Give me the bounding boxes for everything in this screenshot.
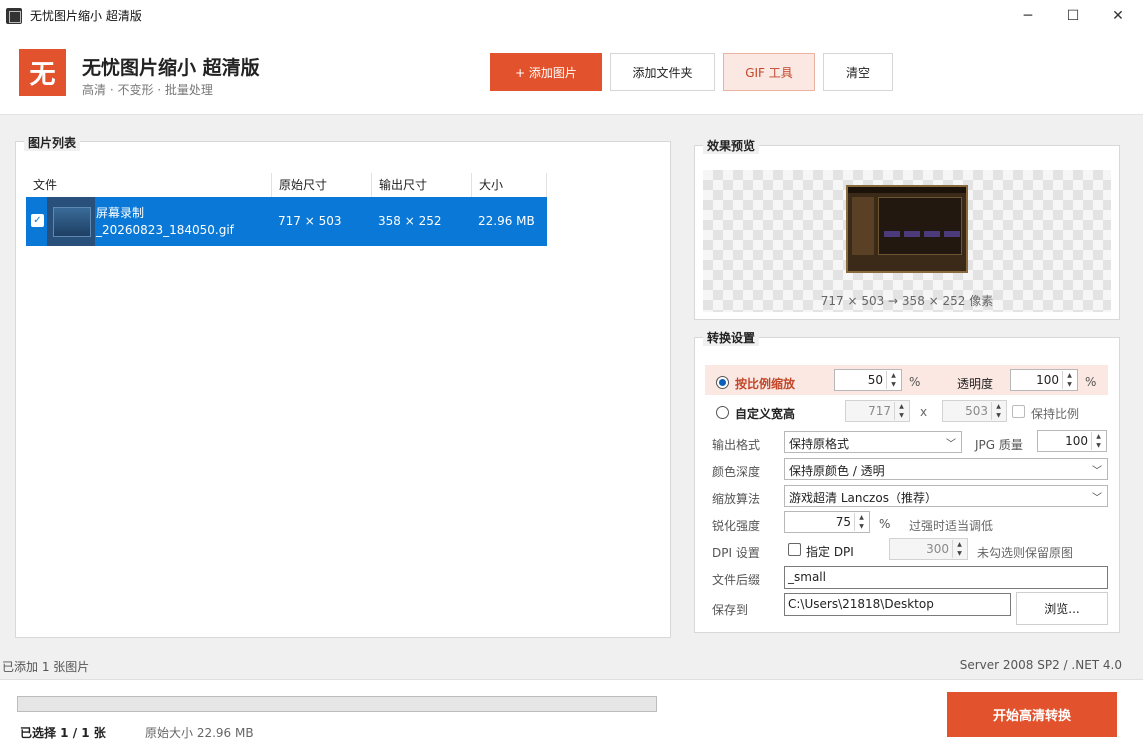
color-depth-label: 颜色深度 [712, 465, 761, 479]
app-logo: 无 [19, 49, 66, 96]
custom-size-label[interactable]: 自定义宽高 [735, 405, 795, 422]
dpi-label: DPI 设置 [712, 546, 760, 560]
row-filename-line2: _20260823_184050.gif [96, 223, 234, 237]
image-list-label: 图片列表 [24, 134, 81, 151]
color-depth-select[interactable]: 保持原颜色 / 透明 ﹀ [784, 458, 1108, 480]
output-format-value: 保持原格式 [789, 437, 850, 451]
jpg-quality-value: 100 [1065, 434, 1088, 448]
column-output-size[interactable]: 输出尺寸 [372, 173, 472, 197]
dpi-checkbox[interactable] [788, 543, 801, 556]
custom-height-value: 503 [965, 404, 988, 418]
progress-bar [17, 696, 657, 712]
column-file[interactable]: 文件 [26, 173, 272, 197]
row-checkbox[interactable]: ✓ [31, 214, 44, 227]
dpi-stepper[interactable]: 300 ▲ ▼ [889, 538, 968, 560]
sharpen-label: 锐化强度 [712, 519, 761, 533]
clear-button[interactable]: 清空 [823, 53, 893, 91]
scale-algorithm-select[interactable]: 游戏超清 Lanczos（推荐） ﹀ [784, 485, 1108, 507]
start-convert-button[interactable]: 开始高清转换 [947, 692, 1117, 737]
custom-height-stepper[interactable]: 503 ▲ ▼ [942, 400, 1007, 422]
custom-size-radio[interactable] [716, 406, 729, 419]
stepper-arrows-icon[interactable]: ▲ ▼ [894, 402, 908, 420]
save-to-label: 保存到 [712, 603, 749, 617]
column-original-size[interactable]: 原始尺寸 [272, 173, 372, 197]
scale-percent-unit: % [909, 375, 921, 389]
gif-tool-button[interactable]: GIF 工具 [723, 53, 815, 91]
stepper-arrows-icon[interactable]: ▲ ▼ [952, 540, 966, 558]
suffix-input[interactable]: _small [784, 566, 1108, 589]
stepper-arrows-icon[interactable]: ▲ ▼ [1062, 371, 1076, 389]
preview-image [846, 185, 968, 273]
status-text: 已添加 1 张图片 [2, 660, 90, 674]
stepper-arrows-icon[interactable]: ▲ ▼ [854, 513, 868, 531]
minimize-button[interactable]: ─ [1005, 0, 1051, 31]
image-list-header: 文件 原始尺寸 输出尺寸 大小 [26, 173, 547, 197]
window-title: 无忧图片缩小 超清版 [30, 9, 142, 23]
dpi-value: 300 [926, 542, 949, 556]
table-row[interactable]: ✓ 屏幕录制 _20260823_184050.gif 717 × 503 35… [26, 197, 547, 246]
output-format-label: 输出格式 [712, 438, 761, 452]
app-icon [6, 7, 22, 24]
chevron-down-icon: ﹀ [1092, 493, 1102, 504]
save-path-value: C:\Users\21818\Desktop [788, 597, 934, 611]
keep-ratio-checkbox[interactable] [1012, 405, 1025, 418]
chevron-down-icon: ﹀ [946, 439, 956, 450]
row-thumbnail [47, 197, 95, 246]
app-header: 无 无忧图片缩小 超清版 高清 · 不变形 · 批量处理 + 添加图片 添加文件… [0, 31, 1143, 115]
chevron-down-icon: ﹀ [1092, 466, 1102, 477]
save-path-input[interactable]: C:\Users\21818\Desktop [784, 593, 1011, 616]
preview-label: 效果预览 [703, 137, 760, 154]
opacity-value: 100 [1036, 373, 1059, 387]
row-filename: 屏幕录制 _20260823_184050.gif [96, 205, 234, 239]
stepper-arrows-icon[interactable]: ▲ ▼ [991, 402, 1005, 420]
dpi-hint: 未勾选则保留原图 [977, 546, 1074, 560]
jpg-quality-stepper[interactable]: 100 ▲ ▼ [1037, 430, 1107, 452]
keep-ratio-label: 保持比例 [1031, 407, 1080, 421]
column-size[interactable]: 大小 [472, 173, 547, 197]
color-depth-value: 保持原颜色 / 透明 [789, 464, 885, 478]
opacity-label: 透明度 [957, 377, 994, 391]
settings-label: 转换设置 [703, 329, 760, 346]
dpi-checkbox-label[interactable]: 指定 DPI [806, 543, 854, 560]
row-filename-line1: 屏幕录制 [96, 206, 145, 220]
row-file-size: 22.96 MB [478, 214, 535, 228]
suffix-value: _small [788, 570, 826, 584]
scale-algorithm-label: 缩放算法 [712, 492, 761, 506]
size-separator: x [920, 405, 928, 419]
runtime-info: Server 2008 SP2 / .NET 4.0 [959, 658, 1122, 672]
selected-count: 已选择 1 / 1 张 [20, 726, 106, 740]
opacity-stepper[interactable]: 100 ▲ ▼ [1010, 369, 1078, 391]
scale-percent-stepper[interactable]: 50 ▲ ▼ [834, 369, 902, 391]
jpg-quality-label: JPG 质量 [975, 438, 1023, 452]
stepper-arrows-icon[interactable]: ▲ ▼ [886, 371, 900, 389]
custom-width-stepper[interactable]: 717 ▲ ▼ [845, 400, 910, 422]
app-title: 无忧图片缩小 超清版 [82, 57, 260, 79]
scale-mode-label[interactable]: 按比例缩放 [735, 375, 795, 392]
custom-width-value: 717 [868, 404, 891, 418]
output-format-select[interactable]: 保持原格式 ﹀ [784, 431, 962, 453]
sharpen-stepper[interactable]: 75 ▲ ▼ [784, 511, 870, 533]
sharpen-value: 75 [835, 515, 851, 529]
preview-caption: 717 × 503 → 358 × 252 像素 [820, 294, 994, 308]
suffix-label: 文件后缀 [712, 573, 761, 587]
scale-percent-value: 50 [867, 373, 883, 387]
maximize-button[interactable]: ☐ [1050, 0, 1096, 31]
add-folder-button[interactable]: 添加文件夹 [610, 53, 715, 91]
row-original-size: 717 × 503 [278, 214, 342, 228]
opacity-unit: % [1085, 375, 1097, 389]
sharpen-hint: 过强时适当调低 [909, 519, 994, 533]
close-button[interactable]: ✕ [1095, 0, 1141, 31]
scale-mode-radio[interactable] [716, 376, 729, 389]
scale-algorithm-value: 游戏超清 Lanczos（推荐） [789, 491, 937, 505]
original-total-size: 原始大小 22.96 MB [145, 726, 254, 740]
browse-button[interactable]: 浏览... [1016, 592, 1108, 625]
add-image-button[interactable]: + 添加图片 [490, 53, 602, 91]
row-output-size: 358 × 252 [378, 214, 442, 228]
title-bar: 无忧图片缩小 超清版 ─ ☐ ✕ [0, 0, 1143, 31]
sharpen-unit: % [879, 517, 891, 531]
stepper-arrows-icon[interactable]: ▲ ▼ [1091, 432, 1105, 450]
app-subtitle: 高清 · 不变形 · 批量处理 [82, 83, 213, 97]
